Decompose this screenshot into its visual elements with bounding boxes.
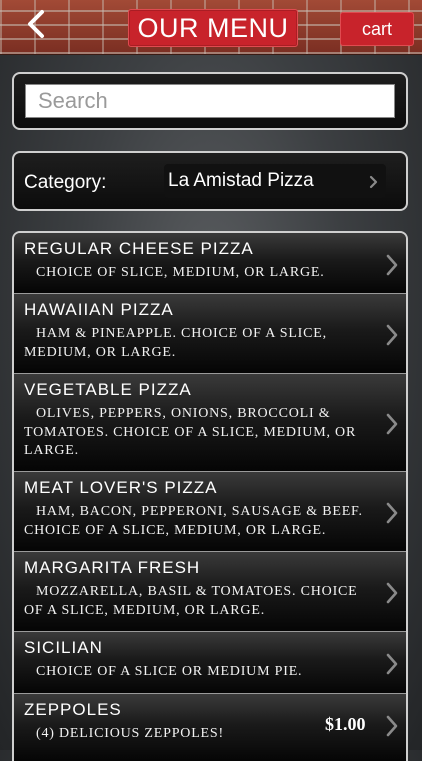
- chevron-right-icon: [385, 323, 399, 352]
- item-description: CHOICE OF SLICE, MEDIUM, OR LARGE.: [36, 265, 325, 280]
- item-name: SICILIAN: [24, 638, 103, 657]
- item-description: HAM & PINEAPPLE. CHOICE OF A SLICE, MEDI…: [24, 326, 327, 360]
- menu-list: REGULAR CHEESE PIZZA CHOICE OF SLICE, ME…: [12, 231, 408, 761]
- search-input[interactable]: [25, 84, 395, 118]
- menu-item-hawaiian-pizza[interactable]: HAWAIIAN PIZZA HAM & PINEAPPLE. CHOICE O…: [14, 294, 406, 374]
- back-button[interactable]: [20, 6, 56, 42]
- chevron-left-icon: [20, 6, 56, 42]
- menu-item-margarita-fresh[interactable]: MARGARITA FRESH MOZZARELLA, BASIL & TOMA…: [14, 552, 406, 632]
- chevron-right-icon: [385, 714, 399, 743]
- item-description: (4) DELICIOUS ZEPPOLES!: [36, 726, 224, 741]
- menu-item-regular-cheese-pizza[interactable]: REGULAR CHEESE PIZZA CHOICE OF SLICE, ME…: [14, 233, 406, 294]
- item-name: VEGETABLE PIZZA: [24, 380, 192, 399]
- item-name: ZEPPOLES: [24, 700, 122, 719]
- top-bar: OUR MENU cart: [0, 0, 422, 55]
- chevron-right-icon: [385, 412, 399, 441]
- chevron-right-icon: [385, 501, 399, 530]
- item-description: OLIVES, PEPPERS, ONIONS, BROCCOLI & TOMA…: [24, 406, 357, 458]
- chevron-right-icon: [385, 253, 399, 282]
- page-title: OUR MENU: [128, 9, 298, 47]
- item-name: HAWAIIAN PIZZA: [24, 300, 174, 319]
- item-description: CHOICE OF A SLICE OR MEDIUM PIE.: [36, 664, 303, 679]
- item-name: MEAT LOVER'S PIZZA: [24, 478, 218, 497]
- category-panel: Category: La Amistad Pizza: [12, 151, 408, 211]
- category-value: La Amistad Pizza: [168, 170, 314, 191]
- category-selector[interactable]: La Amistad Pizza: [164, 164, 386, 198]
- menu-item-meat-lovers-pizza[interactable]: MEAT LOVER'S PIZZA HAM, BACON, PEPPERONI…: [14, 472, 406, 552]
- item-name: MARGARITA FRESH: [24, 558, 201, 577]
- menu-item-zeppoles[interactable]: ZEPPOLES (4) DELICIOUS ZEPPOLES! $1.00: [14, 694, 406, 761]
- search-panel: [12, 72, 408, 130]
- item-description: MOZZARELLA, BASIL & TOMATOES. CHOICE OF …: [24, 584, 358, 618]
- category-label: Category:: [24, 172, 107, 193]
- chevron-right-icon: [369, 175, 378, 194]
- menu-item-vegetable-pizza[interactable]: VEGETABLE PIZZA OLIVES, PEPPERS, ONIONS,…: [14, 374, 406, 472]
- item-name: REGULAR CHEESE PIZZA: [24, 239, 254, 258]
- cart-button[interactable]: cart: [340, 12, 414, 46]
- chevron-right-icon: [385, 652, 399, 681]
- menu-item-sicilian[interactable]: SICILIAN CHOICE OF A SLICE OR MEDIUM PIE…: [14, 632, 406, 694]
- chevron-right-icon: [385, 581, 399, 610]
- item-description: HAM, BACON, PEPPERONI, SAUSAGE & BEEF. C…: [24, 504, 363, 538]
- item-price: $1.00: [325, 714, 366, 734]
